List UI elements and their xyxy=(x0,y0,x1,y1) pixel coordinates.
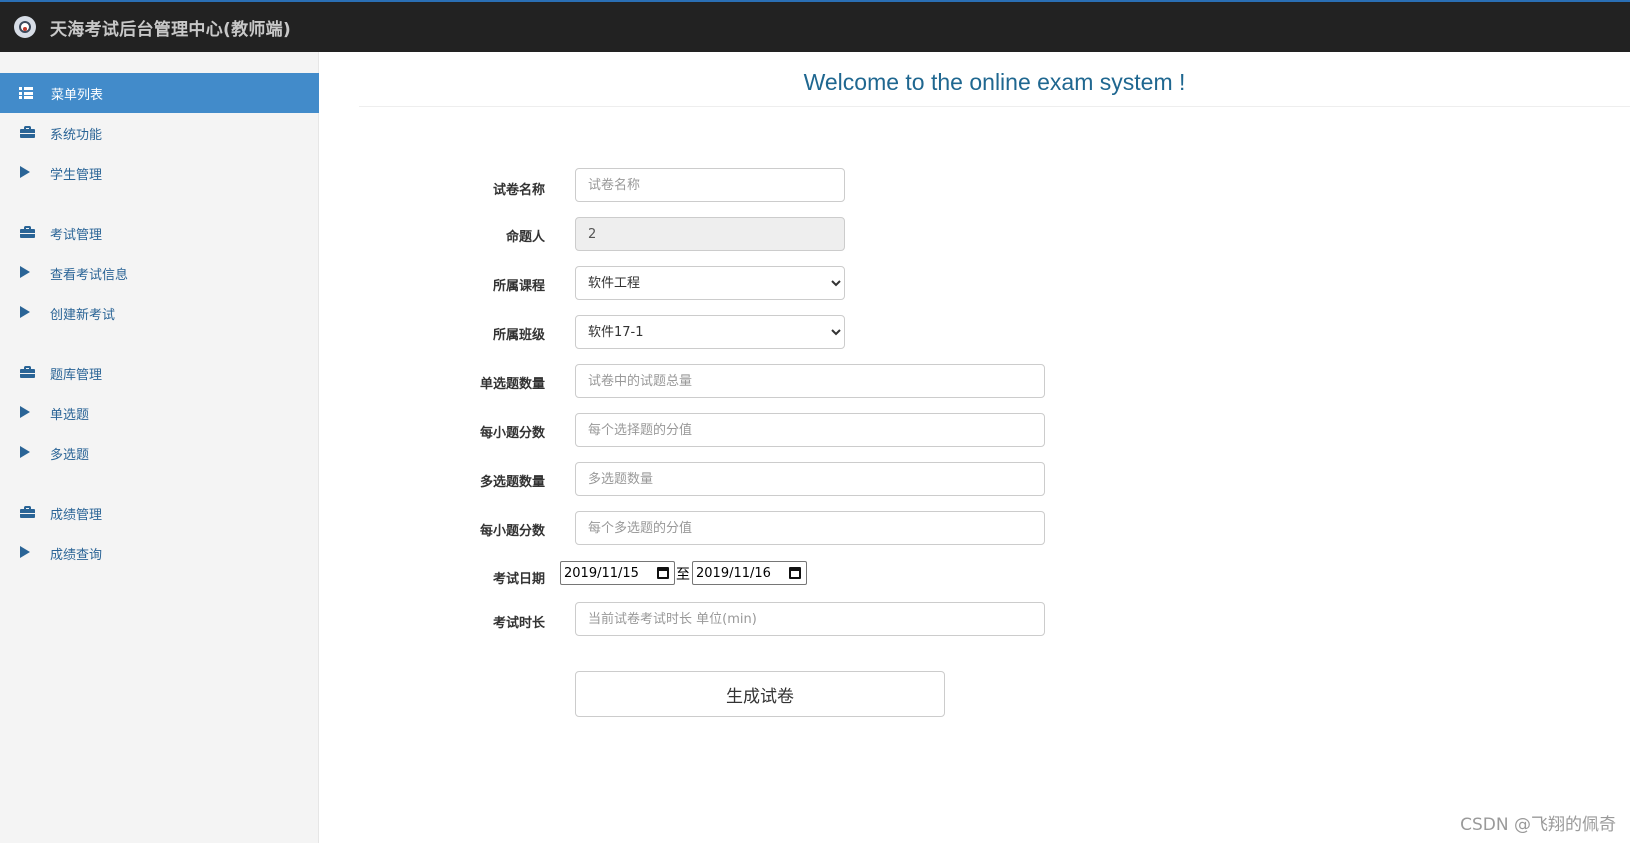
sidebar-group-label: 系统功能 xyxy=(50,128,103,143)
start-date-value: 2019/11/15 xyxy=(564,565,639,581)
welcome-heading: Welcome to the online exam system ! xyxy=(803,69,1186,95)
author-input xyxy=(575,217,845,251)
menu-list-header[interactable]: 菜单列表 xyxy=(0,73,319,113)
calendar-icon[interactable] xyxy=(789,567,801,579)
sidebar-item-single-choice[interactable]: 单选题 xyxy=(0,393,319,433)
single-choice-count-input[interactable] xyxy=(575,364,1045,398)
sidebar-item-create-exam[interactable]: 创建新考试 xyxy=(0,293,319,333)
sidebar-group-grades[interactable]: 成绩管理 xyxy=(0,493,319,533)
sidebar-group-label: 题库管理 xyxy=(50,368,103,383)
form-row-exam-date: 考试日期 xyxy=(319,559,545,593)
sidebar-item-view-exams[interactable]: 查看考试信息 xyxy=(0,253,319,293)
watermark: CSDN @飞翔的佩奇 xyxy=(1460,815,1616,835)
play-icon xyxy=(20,406,30,418)
sidebar-item-label: 单选题 xyxy=(50,408,90,423)
sidebar-group-label: 成绩管理 xyxy=(50,508,103,523)
briefcase-icon xyxy=(20,366,35,378)
play-icon xyxy=(20,266,30,278)
exam-end-date-input[interactable]: 2019/11/16 xyxy=(692,561,807,585)
paper-name-input[interactable] xyxy=(575,168,845,202)
play-icon xyxy=(20,166,30,178)
form-row-class: 所属班级 xyxy=(319,315,545,349)
sidebar-group-system[interactable]: 系统功能 xyxy=(0,113,319,153)
sidebar-group-question-bank[interactable]: 题库管理 xyxy=(0,353,319,393)
date-separator: 至 xyxy=(676,567,690,583)
briefcase-icon xyxy=(20,506,35,518)
form-row-author: 命题人 xyxy=(319,217,545,251)
class-select[interactable]: 软件17-1 xyxy=(575,315,845,349)
owl-logo-icon xyxy=(14,16,36,38)
briefcase-icon xyxy=(20,226,35,238)
field-label: 所属课程 xyxy=(492,279,545,294)
duration-input[interactable] xyxy=(575,602,1045,636)
form-row-multi-score: 每小题分数 xyxy=(319,511,545,545)
single-choice-score-input[interactable] xyxy=(575,413,1045,447)
form-row-multi-count: 多选题数量 xyxy=(319,462,545,496)
field-label: 每小题分数 xyxy=(479,524,545,539)
form-row-paper-name: 试卷名称 xyxy=(319,170,545,204)
multi-choice-count-input[interactable] xyxy=(575,462,1045,496)
field-label: 试卷名称 xyxy=(492,183,545,198)
menu-list-label: 菜单列表 xyxy=(51,87,104,103)
sidebar-item-student-management[interactable]: 学生管理 xyxy=(0,153,319,193)
sidebar-item-label: 查看考试信息 xyxy=(50,268,129,283)
play-icon xyxy=(20,306,30,318)
generate-paper-button[interactable]: 生成试卷 xyxy=(575,671,945,717)
divider xyxy=(359,106,1630,107)
sidebar-group-label: 考试管理 xyxy=(50,228,103,243)
sidebar: 菜单列表 系统功能 学生管理 考试管理 查看考试信息 创建新考试 题库管理 单选… xyxy=(0,52,319,843)
field-label: 所属班级 xyxy=(492,328,545,343)
multi-choice-score-input[interactable] xyxy=(575,511,1045,545)
sidebar-item-label: 多选题 xyxy=(50,448,90,463)
sidebar-item-multiple-choice[interactable]: 多选题 xyxy=(0,433,319,473)
briefcase-icon xyxy=(20,126,35,138)
field-label: 考试时长 xyxy=(492,616,545,631)
app-title[interactable]: 天海考试后台管理中心(教师端) xyxy=(50,15,291,40)
field-label: 单选题数量 xyxy=(479,377,545,392)
play-icon xyxy=(20,546,30,558)
exam-start-date-input[interactable]: 2019/11/15 xyxy=(560,561,675,585)
field-label: 考试日期 xyxy=(492,572,545,587)
top-navbar: 天海考试后台管理中心(教师端) xyxy=(0,0,1630,52)
list-icon xyxy=(19,87,33,99)
field-label: 命题人 xyxy=(505,230,545,245)
field-label: 多选题数量 xyxy=(479,475,545,490)
sidebar-item-grade-query[interactable]: 成绩查询 xyxy=(0,533,319,573)
field-label: 每小题分数 xyxy=(479,426,545,441)
calendar-icon[interactable] xyxy=(657,567,669,579)
form-row-duration: 考试时长 xyxy=(319,603,545,637)
sidebar-item-label: 学生管理 xyxy=(50,168,103,183)
main-content: Welcome to the online exam system ! 试卷名称… xyxy=(319,52,1630,843)
sidebar-item-label: 成绩查询 xyxy=(50,548,103,563)
form-row-single-score: 每小题分数 xyxy=(319,413,545,447)
form-row-course: 所属课程 xyxy=(319,266,545,300)
sidebar-group-exam[interactable]: 考试管理 xyxy=(0,213,319,253)
sidebar-item-label: 创建新考试 xyxy=(50,308,116,323)
play-icon xyxy=(20,446,30,458)
course-select[interactable]: 软件工程 xyxy=(575,266,845,300)
form-row-single-count: 单选题数量 xyxy=(319,364,545,398)
end-date-value: 2019/11/16 xyxy=(696,565,771,581)
